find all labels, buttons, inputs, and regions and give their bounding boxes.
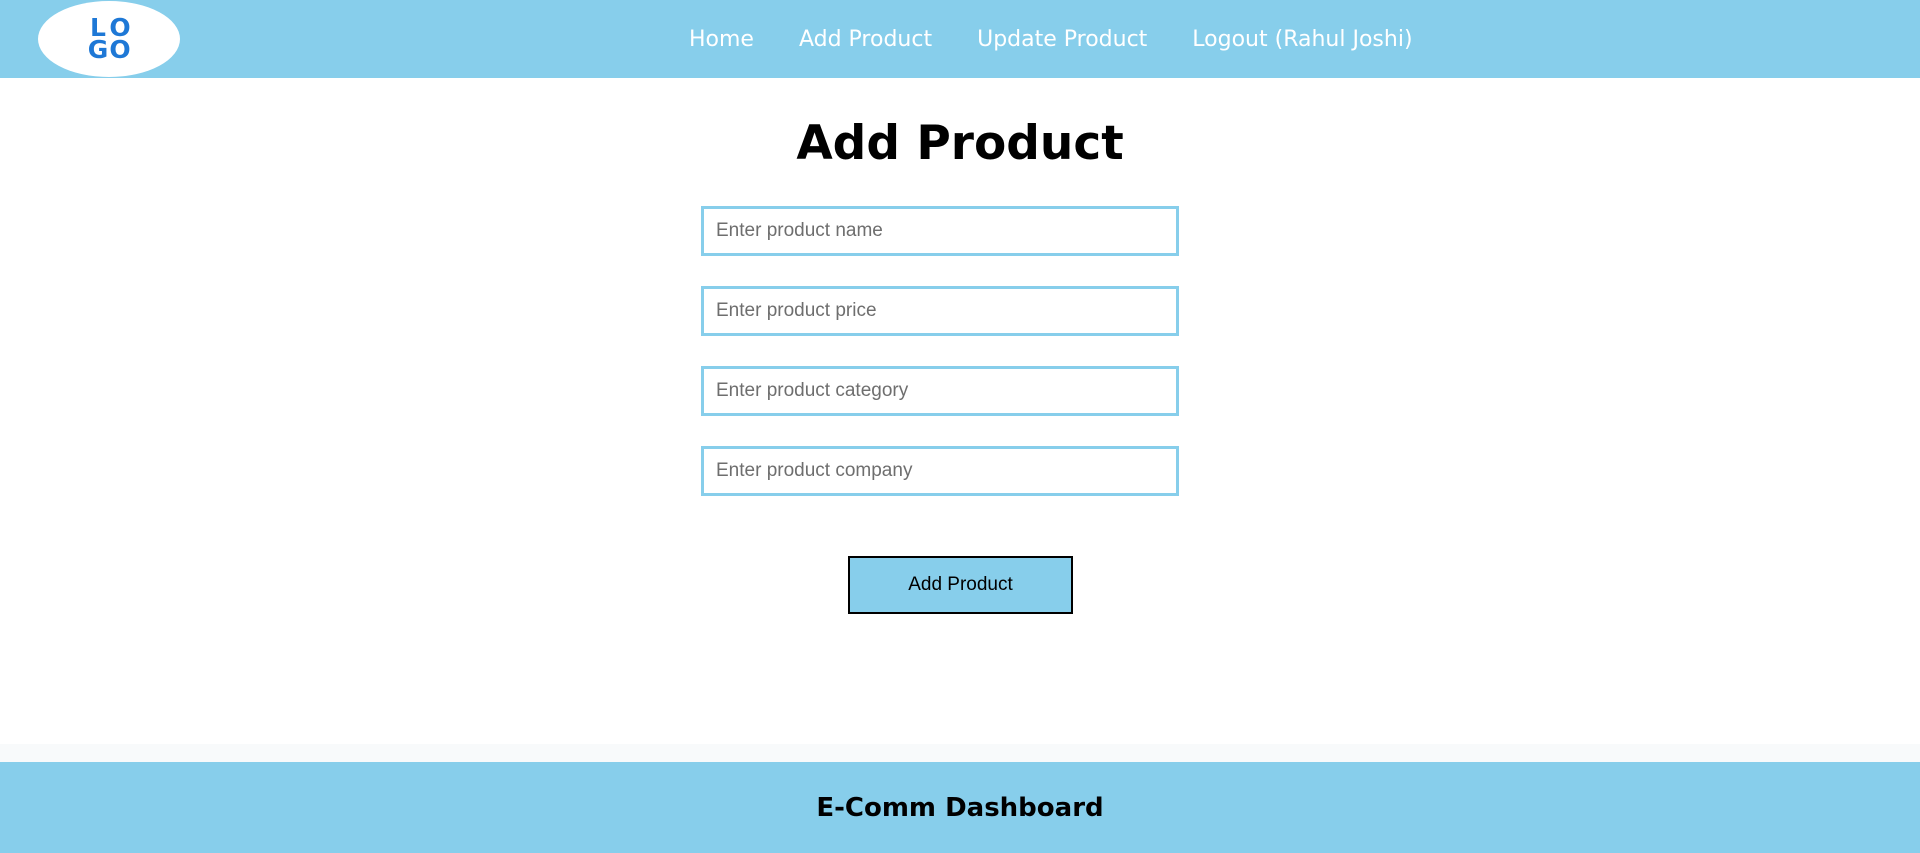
nav-link-update-product[interactable]: Update Product xyxy=(977,27,1147,52)
nav-links: Home Add Product Update Product Logout (… xyxy=(689,0,1413,78)
product-name-input[interactable] xyxy=(701,206,1179,256)
product-company-input[interactable] xyxy=(701,446,1179,496)
logo-letter: O xyxy=(109,35,131,64)
product-category-input[interactable] xyxy=(701,366,1179,416)
footer-divider xyxy=(0,744,1920,762)
logo[interactable]: L O G O xyxy=(38,1,180,77)
navbar: L O G O Home Add Product Update Product … xyxy=(0,0,1920,78)
footer: E-Comm Dashboard xyxy=(0,762,1920,853)
footer-title: E-Comm Dashboard xyxy=(816,792,1104,823)
product-price-input[interactable] xyxy=(701,286,1179,336)
logo-mark: L O G O xyxy=(87,15,131,64)
nav-link-home[interactable]: Home xyxy=(689,27,754,52)
add-product-button[interactable]: Add Product xyxy=(848,556,1073,614)
page-title: Add Product xyxy=(796,116,1124,171)
nav-link-logout[interactable]: Logout (Rahul Joshi) xyxy=(1192,27,1412,52)
nav-link-add-product[interactable]: Add Product xyxy=(799,27,932,52)
logo-letter: G xyxy=(87,35,109,64)
